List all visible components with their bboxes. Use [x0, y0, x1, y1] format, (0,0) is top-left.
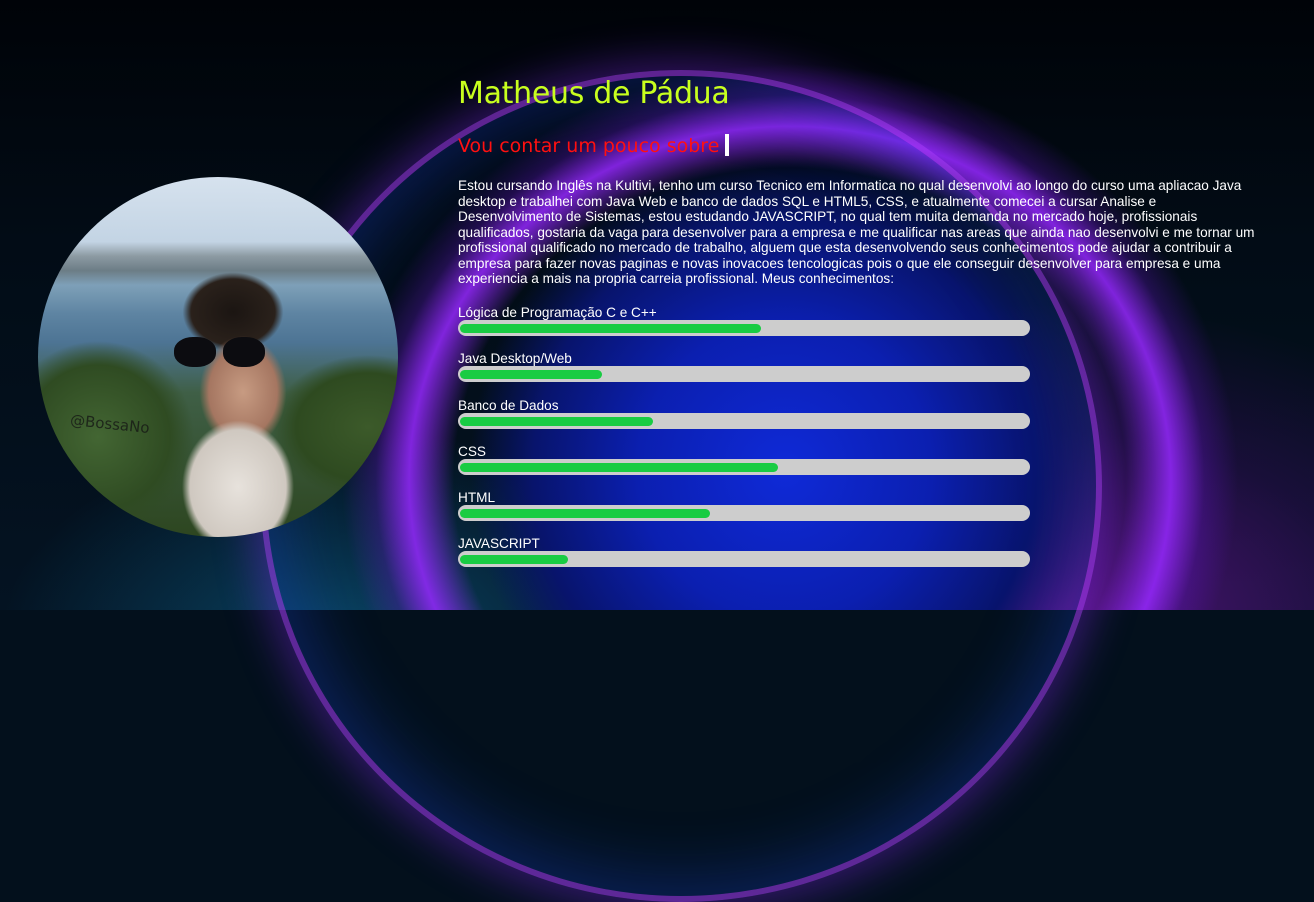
skill-progress-fill	[460, 416, 653, 426]
profile-name: Matheus de Pádua	[458, 76, 730, 111]
skill-progress-fill	[460, 555, 568, 565]
profile-subtitle: Vou contar um pouco sobre	[458, 134, 730, 157]
skill-item: HTML	[458, 490, 1030, 536]
skill-item: Banco de Dados	[458, 398, 1030, 444]
skill-progress-fill	[460, 462, 778, 472]
skill-label: HTML	[458, 490, 496, 506]
skill-progress-track	[458, 366, 1030, 383]
typing-cursor	[725, 134, 730, 156]
skill-progress-fill	[460, 370, 602, 380]
skill-progress-fill	[460, 324, 761, 333]
skill-label: Java Desktop/Web	[458, 351, 572, 367]
skill-progress-track	[458, 505, 1030, 522]
photo-watermark: @BossaNo	[69, 410, 151, 438]
skill-label: CSS	[458, 443, 486, 459]
skill-progress-track	[458, 412, 1030, 429]
photo-glasses-right	[223, 337, 265, 367]
skill-progress-fill	[460, 509, 710, 519]
subtitle-text: Vou contar um pouco sobre	[458, 135, 720, 157]
about-text: Estou cursando Inglês na Kultivi, tenho …	[458, 178, 1255, 286]
skill-label: JAVASCRIPT	[458, 536, 540, 552]
profile-photo: @BossaNo	[38, 177, 398, 537]
skill-item: Lógica de Programação C e C++	[458, 305, 1030, 351]
skill-progress-track	[458, 458, 1030, 475]
skill-item: CSS	[458, 444, 1030, 490]
skill-label: Banco de Dados	[458, 397, 559, 413]
skill-label: Lógica de Programação C e C++	[458, 305, 657, 320]
skill-progress-track	[458, 551, 1030, 568]
skill-progress-track	[458, 320, 1030, 336]
skills-list: Lógica de Programação C e C++ Java Deskt…	[458, 305, 1030, 583]
skill-item: JAVASCRIPT	[458, 536, 1030, 582]
skill-item: Java Desktop/Web	[458, 351, 1030, 397]
photo-glasses-left	[174, 337, 216, 367]
